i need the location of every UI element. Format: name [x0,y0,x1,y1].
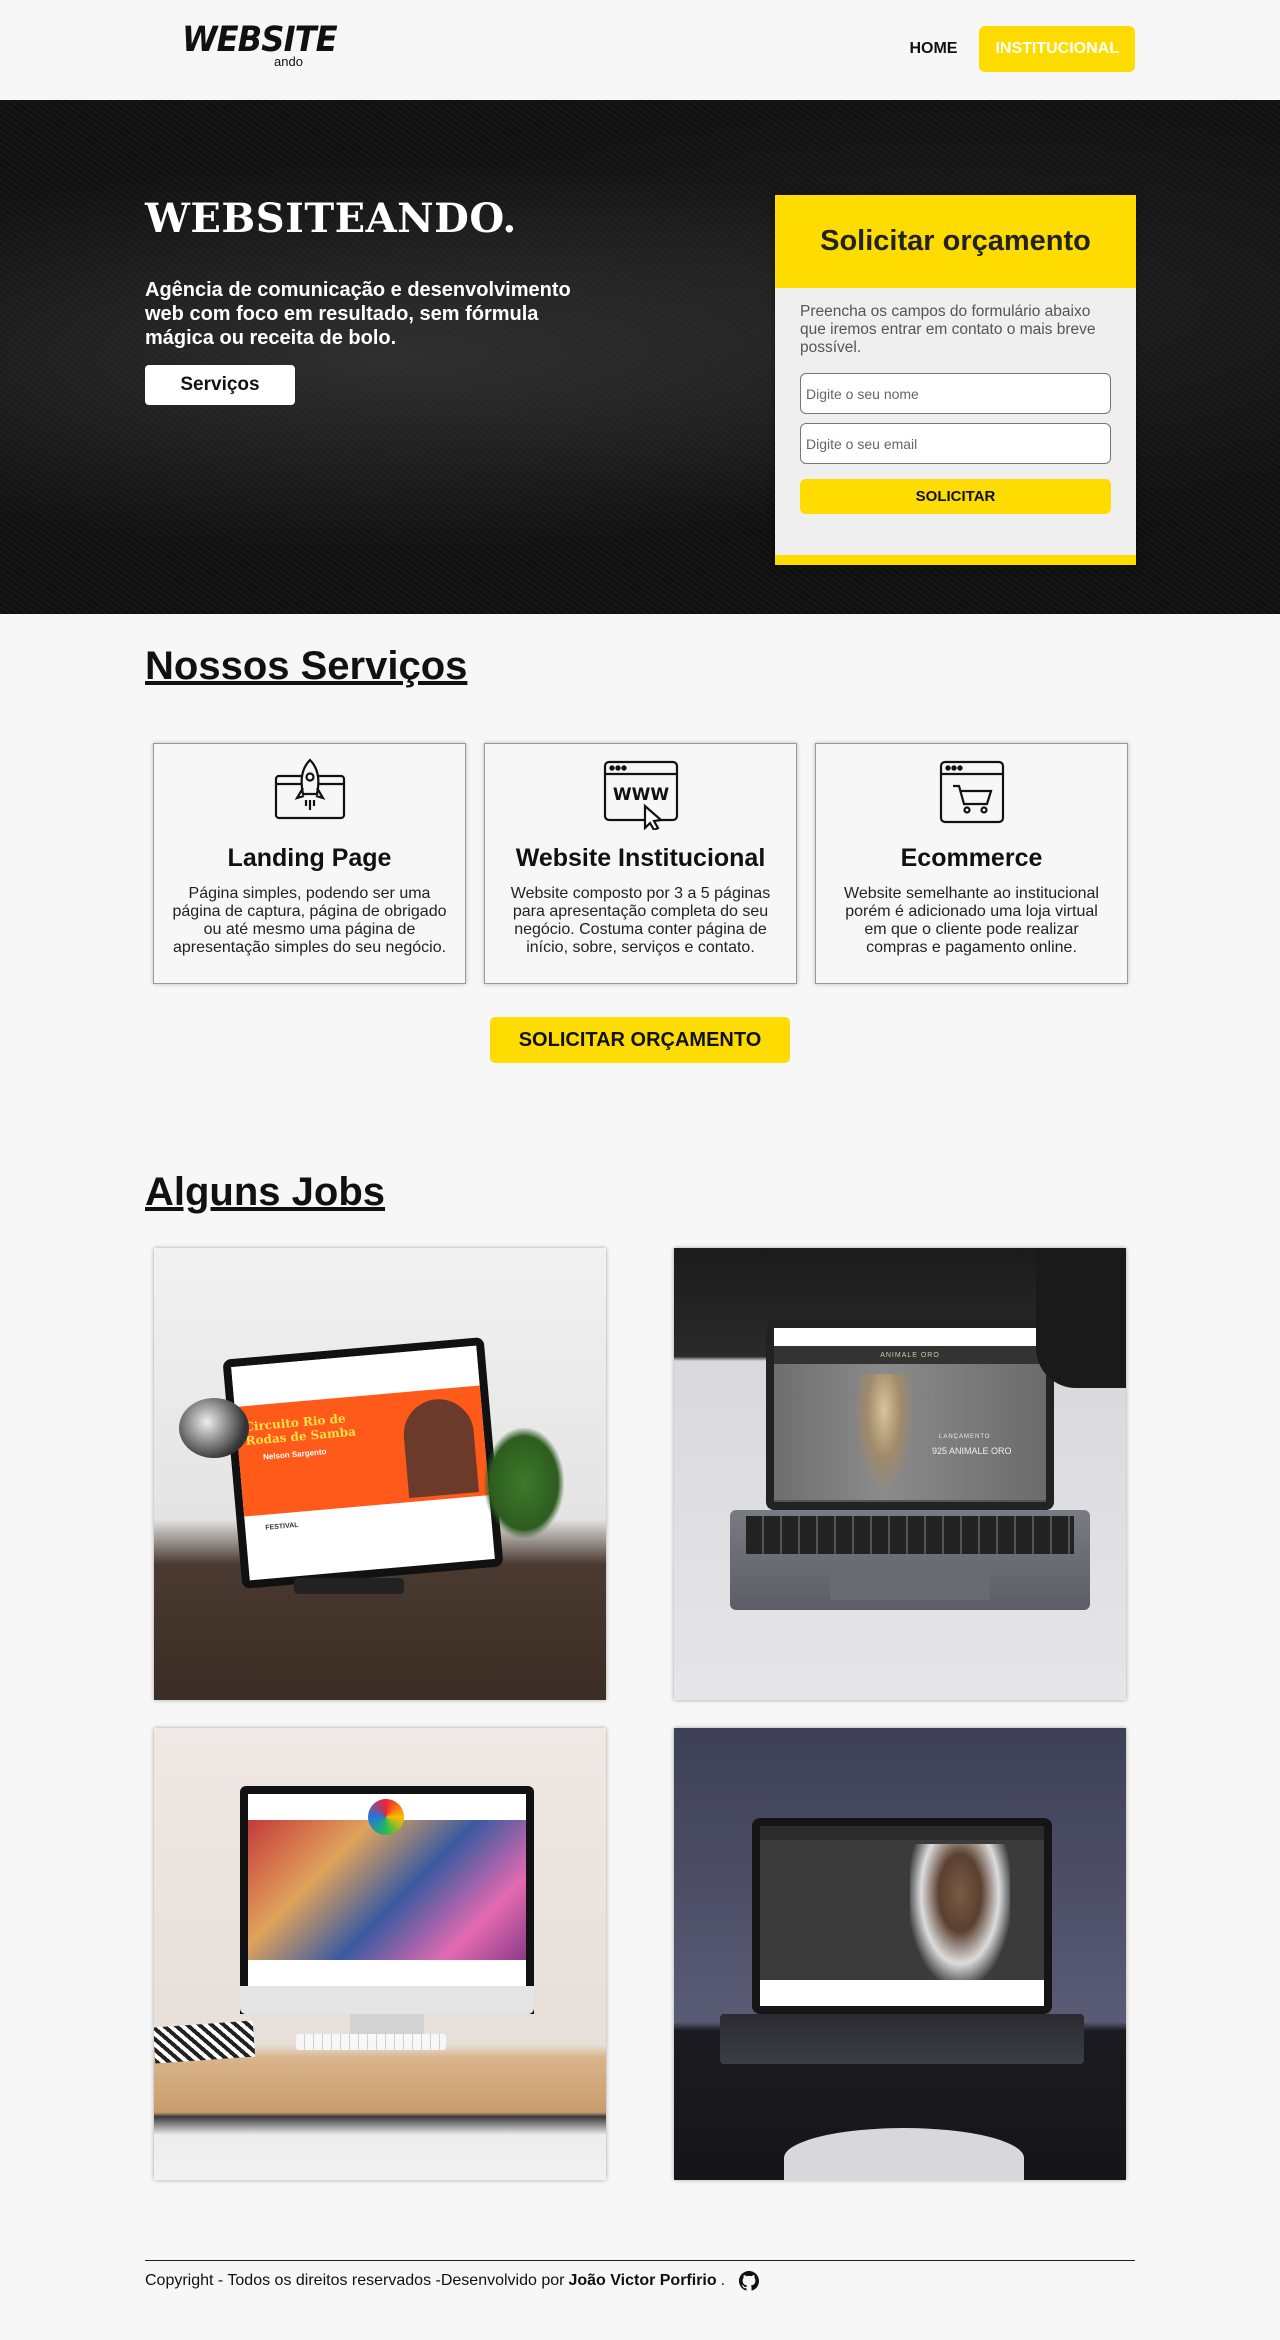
services-button[interactable]: Serviços [145,365,295,405]
services-title: Nossos Serviços [145,644,468,688]
laptop-mockup: ANIMALE ORO LANÇAMENTO 925 ANIMALE ORO [766,1320,1054,1510]
monitor-mockup: Circuito Rio de Rodas de Samba Nelson Sa… [222,1337,504,1589]
svg-text:WWW: WWW [612,785,669,805]
imac-mockup [240,1786,534,2014]
service-card-text: Website semelhante ao institucional poré… [844,885,1099,956]
name-input[interactable] [800,373,1111,414]
shopping-cart-icon [816,758,1127,832]
quote-submit-button[interactable]: SOLICITAR [800,479,1111,514]
desk-lamp [179,1398,249,1458]
quote-form-title: Solicitar orçamento [775,195,1136,288]
chair [1036,1248,1126,1388]
service-card-website-institucional: WWW Website Institucional Website compos… [484,743,797,984]
service-card-title: Ecommerce [900,844,1043,872]
service-card-landing-page: Landing Page Página simples, podendo ser… [153,743,466,984]
jobs-title: Alguns Jobs [145,1170,386,1214]
email-input[interactable] [800,423,1111,464]
plant [484,1428,564,1538]
laptop-mockup [752,1818,1052,2014]
service-card-title: Landing Page [227,844,392,872]
nav-home-link[interactable]: HOME [899,28,967,70]
logo[interactable]: WEBSITE ando [182,20,338,70]
laptop-base [730,1510,1090,1610]
github-icon[interactable] [739,2271,760,2291]
footer-author-link[interactable]: João Victor Porfirio [568,2272,716,2290]
jobs-section: Alguns Jobs Circuito Rio de Rodas de Sam… [0,1170,1280,2260]
service-card-text: Website composto por 3 a 5 páginas para … [510,885,771,956]
site-footer: Copyright - Todos os direitos reservados… [0,2260,1280,2340]
mockup-headline: Circuito Rio de Rodas de Samba [243,1411,357,1449]
mockup-section-label: FESTIVAL [265,1521,299,1532]
job-image-2[interactable]: ANIMALE ORO LANÇAMENTO 925 ANIMALE ORO [674,1248,1126,1700]
main-nav: HOME INSTITUCIONAL [899,26,1135,72]
job-image-3[interactable] [154,1728,606,2180]
site-header: WEBSITE ando HOME INSTITUCIONAL [0,0,1280,100]
mockup-subtitle: Nelson Sargento [262,1447,327,1462]
hero-description: Agência de comunicação e desenvolvimento… [145,279,571,349]
footer-divider [145,2260,1135,2261]
mockup-brand: ANIMALE ORO [880,1351,940,1359]
rocket-icon [154,758,465,832]
job-image-1[interactable]: Circuito Rio de Rodas de Samba Nelson Sa… [154,1248,606,1700]
service-cards: Landing Page Página simples, podendo ser… [153,743,1128,984]
nav-institucional-button[interactable]: INSTITUCIONAL [979,26,1135,72]
notebook [154,2020,256,2064]
mockup-collection: 925 ANIMALE ORO [932,1446,1012,1456]
laptop-base [720,2014,1084,2064]
quote-form: Solicitar orçamento Preencha os campos d… [775,195,1136,565]
job-image-4[interactable] [674,1728,1126,2180]
footer-period: . [720,2272,726,2289]
logo-sub-text: ando [274,54,303,69]
mockup-launch: LANÇAMENTO [939,1434,991,1440]
quote-form-description: Preencha os campos do formulário abaixo … [800,303,1096,356]
keyboard [296,2034,446,2050]
services-section: Nossos Serviços Landing Page Página simp… [0,614,1280,1170]
hero-section: WEBSITEANDO. Agência de comunicação e de… [0,100,1280,614]
hero-title: WEBSITEANDO. [145,195,517,242]
keyboard [294,1578,404,1594]
service-card-text: Página simples, podendo ser uma página d… [172,885,447,956]
www-browser-icon: WWW [485,758,796,832]
service-card-title: Website Institucional [515,844,766,872]
service-card-ecommerce: Ecommerce Website semelhante ao instituc… [815,743,1128,984]
chair [784,2128,1024,2180]
request-quote-button[interactable]: SOLICITAR ORÇAMENTO [490,1017,790,1063]
footer-copyright-text: Copyright - Todos os direitos reservados… [145,2272,565,2289]
footer-copyright: Copyright - Todos os direitos reservados… [145,2271,760,2291]
